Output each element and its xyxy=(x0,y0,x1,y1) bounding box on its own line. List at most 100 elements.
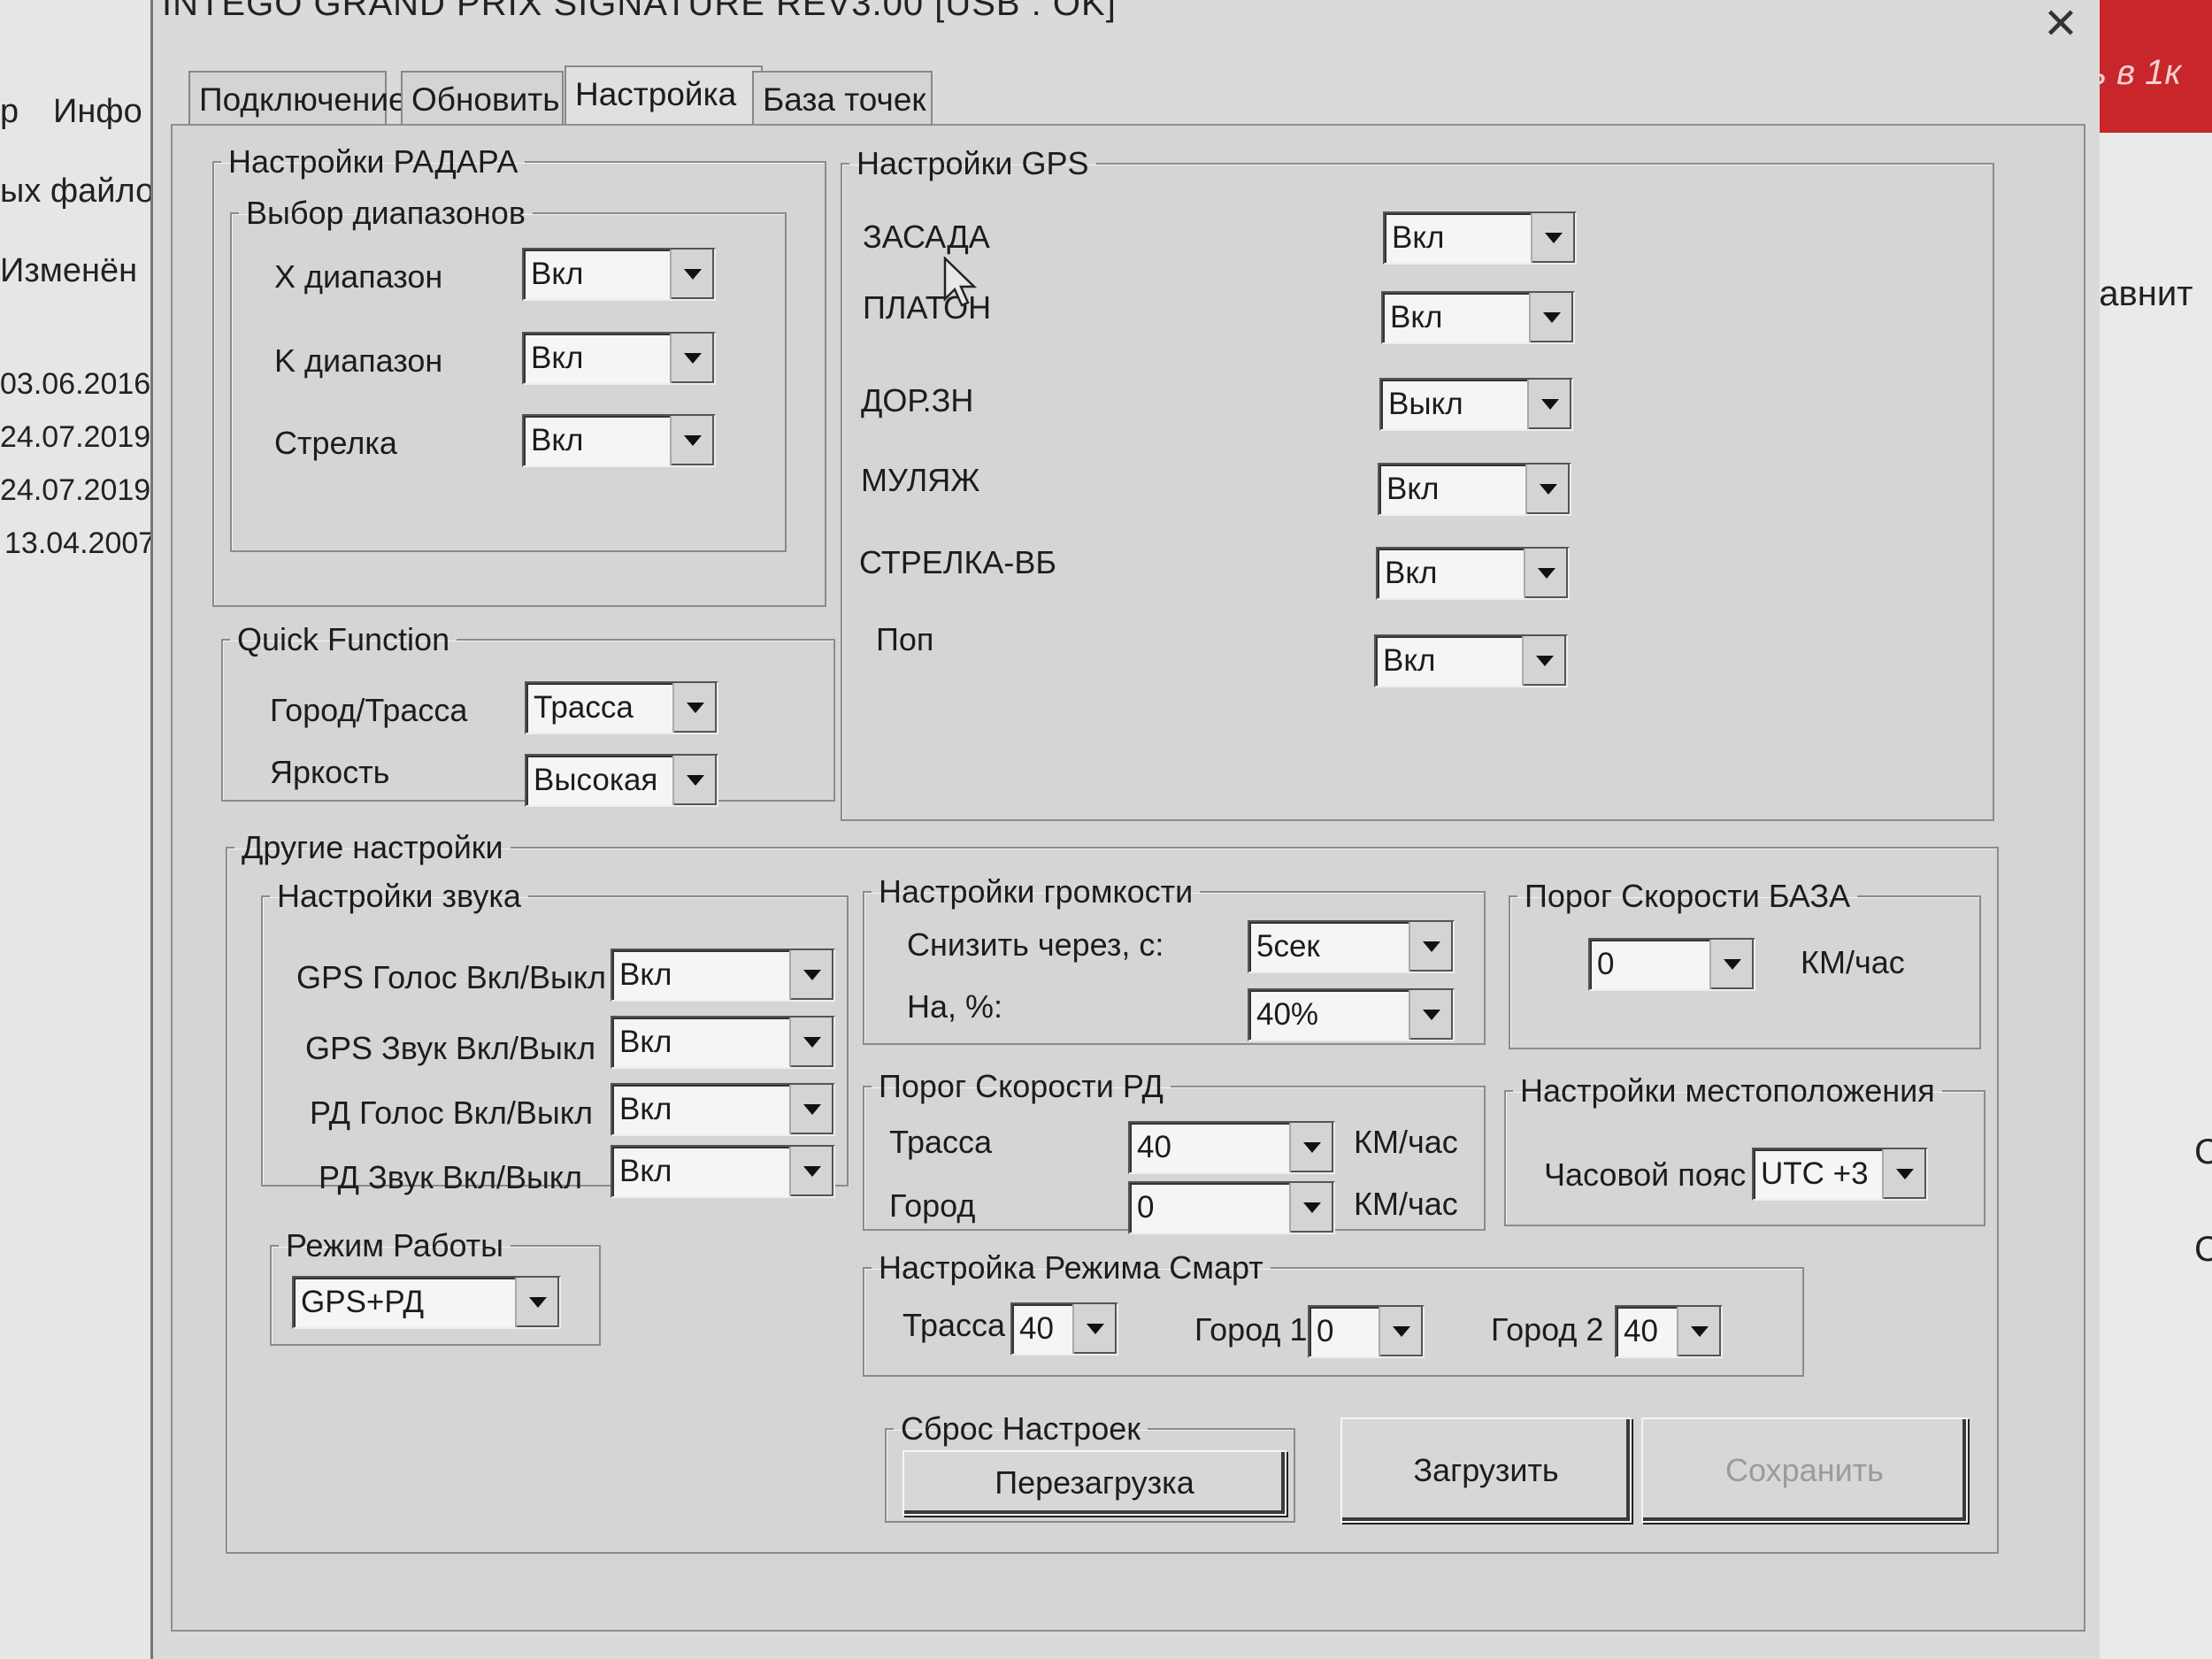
city-highway-value: Трасса xyxy=(534,690,634,725)
bands-title: Выбор диапазонов xyxy=(246,195,526,231)
rd-voice-select[interactable]: Вкл xyxy=(611,1083,835,1136)
mouse-cursor-icon xyxy=(943,257,978,307)
chevron-down-icon[interactable] xyxy=(1527,380,1571,429)
chevron-down-icon[interactable] xyxy=(672,683,717,733)
smart-city1-value: 0 xyxy=(1317,1314,1334,1348)
chevron-down-icon[interactable] xyxy=(1522,636,1566,686)
timezone-value: UTC +3 xyxy=(1761,1156,1869,1191)
rd-sound-value: Вкл xyxy=(619,1154,672,1188)
chevron-down-icon[interactable] xyxy=(789,1018,833,1067)
speed-base-unit: КМ/час xyxy=(1801,944,1905,980)
speed-base-value: 0 xyxy=(1597,947,1615,981)
close-icon[interactable]: ✕ xyxy=(2038,2,2084,48)
gps-voice-select[interactable]: Вкл xyxy=(611,949,835,1002)
chevron-down-icon[interactable] xyxy=(515,1278,559,1327)
sound-settings-title: Настройки звука xyxy=(277,878,521,914)
arrow-band-select[interactable]: Вкл xyxy=(522,414,716,467)
dummy-select[interactable]: Вкл xyxy=(1378,463,1571,516)
gps-voice-label: GPS Голос Вкл/Выкл xyxy=(296,959,606,995)
brightness-value: Высокая xyxy=(534,763,658,797)
bg-text: 24.07.2019 xyxy=(0,473,151,507)
strelka-vb-select[interactable]: Вкл xyxy=(1376,547,1570,600)
smart-city2-select[interactable]: 40 xyxy=(1615,1305,1723,1358)
other-settings-title: Другие настройки xyxy=(242,829,503,865)
chevron-down-icon[interactable] xyxy=(789,1147,833,1196)
tab-settings[interactable]: Настройка xyxy=(565,65,763,129)
arrow-band-label: Стрелка xyxy=(274,425,397,461)
bg-text: 03.06.2016 xyxy=(0,367,151,401)
x-band-select[interactable]: Вкл xyxy=(522,248,716,301)
chevron-down-icon[interactable] xyxy=(1882,1149,1926,1199)
quick-function-title: Quick Function xyxy=(237,621,450,657)
chevron-down-icon[interactable] xyxy=(1524,549,1568,598)
rd-sound-select[interactable]: Вкл xyxy=(611,1145,835,1198)
reduce-percent-value: 40% xyxy=(1256,997,1319,1032)
dummy-value: Вкл xyxy=(1386,472,1440,506)
bg-text: 13.04.2007 xyxy=(4,526,156,560)
tab-connection[interactable]: Подключение xyxy=(188,71,407,127)
save-button[interactable]: Сохранить xyxy=(1641,1417,1968,1523)
brightness-select[interactable]: Высокая xyxy=(525,754,718,807)
chevron-down-icon[interactable] xyxy=(1709,940,1754,989)
chevron-down-icon[interactable] xyxy=(672,756,717,805)
chevron-down-icon[interactable] xyxy=(1677,1307,1721,1356)
chevron-down-icon[interactable] xyxy=(1409,990,1453,1040)
reboot-button[interactable]: Перезагрузка xyxy=(902,1450,1286,1516)
pop-label: Поп xyxy=(876,621,934,657)
work-mode-select[interactable]: GPS+РД xyxy=(292,1276,561,1329)
k-band-select[interactable]: Вкл xyxy=(522,332,716,385)
load-button[interactable]: Загрузить xyxy=(1340,1417,1632,1523)
x-band-value: Вкл xyxy=(531,257,584,291)
brightness-label: Яркость xyxy=(270,754,390,790)
gps-settings-title: Настройки GPS xyxy=(856,145,1089,181)
chevron-down-icon[interactable] xyxy=(1531,213,1575,263)
chevron-down-icon[interactable] xyxy=(670,334,714,383)
city-highway-label: Город/Трасса xyxy=(270,692,468,728)
timezone-label: Часовой пояс xyxy=(1544,1156,1747,1193)
city-highway-select[interactable]: Трасса xyxy=(525,681,718,734)
ambush-label: ЗАСАДА xyxy=(863,219,990,255)
chevron-down-icon[interactable] xyxy=(1529,293,1573,342)
chevron-down-icon[interactable] xyxy=(1525,465,1570,514)
settings-dialog: INTEGO GRAND PRIX SIGNATURE REV3.00 [USB… xyxy=(150,0,2100,1659)
chevron-down-icon[interactable] xyxy=(1409,922,1453,972)
rd-sound-label: РД Звук Вкл/Выкл xyxy=(319,1159,583,1195)
smart-highway-select[interactable]: 40 xyxy=(1010,1302,1118,1356)
smart-city2-label: Город 2 xyxy=(1491,1311,1604,1348)
speed-rd-title: Порог Скорости РД xyxy=(879,1068,1164,1104)
speed-rd-highway-unit: КМ/час xyxy=(1354,1124,1458,1160)
speed-rd-city-label: Город xyxy=(889,1187,976,1224)
reduce-after-select[interactable]: 5сек xyxy=(1248,920,1455,973)
pop-value: Вкл xyxy=(1383,643,1436,678)
smart-mode-title: Настройка Режима Смарт xyxy=(879,1249,1263,1286)
bg-text: С xyxy=(2194,1133,2212,1171)
tab-points-db[interactable]: База точек xyxy=(752,71,933,127)
chevron-down-icon[interactable] xyxy=(1379,1307,1423,1356)
timezone-select[interactable]: UTC +3 xyxy=(1752,1148,1928,1201)
ambush-select[interactable]: Вкл xyxy=(1383,211,1577,265)
speed-rd-highway-select[interactable]: 40 xyxy=(1128,1121,1335,1174)
chevron-down-icon[interactable] xyxy=(1072,1304,1117,1354)
gps-sound-select[interactable]: Вкл xyxy=(611,1016,835,1069)
bg-text: ь в 1к xyxy=(2088,53,2182,92)
smart-city1-select[interactable]: 0 xyxy=(1308,1305,1425,1358)
chevron-down-icon[interactable] xyxy=(789,1085,833,1134)
strelka-vb-value: Вкл xyxy=(1385,556,1438,590)
volume-settings-title: Настройки громкости xyxy=(879,873,1194,910)
road-sign-select[interactable]: Выкл xyxy=(1379,378,1573,431)
pop-select[interactable]: Вкл xyxy=(1374,634,1568,687)
chevron-down-icon[interactable] xyxy=(670,416,714,465)
smart-city2-value: 40 xyxy=(1624,1314,1658,1348)
speed-rd-city-value: 0 xyxy=(1137,1190,1155,1225)
chevron-down-icon[interactable] xyxy=(670,250,714,299)
platon-select[interactable]: Вкл xyxy=(1381,291,1575,344)
chevron-down-icon[interactable] xyxy=(1289,1183,1333,1233)
location-settings-title: Настройки местоположения xyxy=(1520,1072,1935,1109)
speed-rd-city-select[interactable]: 0 xyxy=(1128,1181,1335,1234)
reduce-percent-select[interactable]: 40% xyxy=(1248,988,1455,1041)
chevron-down-icon[interactable] xyxy=(1289,1123,1333,1172)
chevron-down-icon[interactable] xyxy=(789,950,833,1000)
speed-base-select[interactable]: 0 xyxy=(1588,938,1755,991)
tab-update[interactable]: Обновить xyxy=(401,71,564,127)
radar-settings-title: Настройки РАДАРА xyxy=(228,143,518,180)
